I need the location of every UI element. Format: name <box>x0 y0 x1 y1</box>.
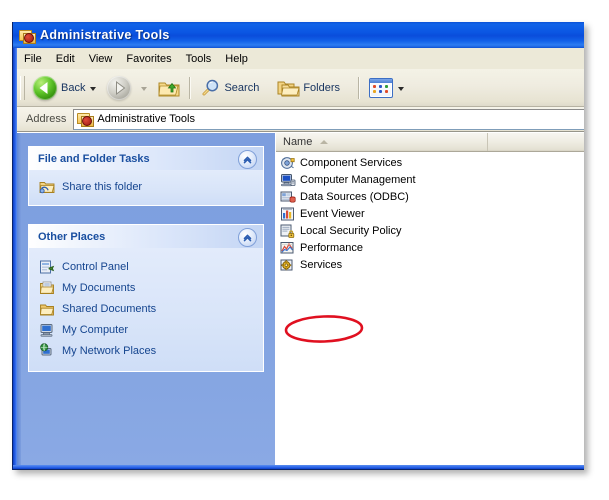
sidebar-item-label: My Computer <box>62 323 129 336</box>
data-sources-icon <box>280 189 296 205</box>
menu-tools[interactable]: Tools <box>179 51 219 67</box>
control-panel-icon <box>39 259 55 275</box>
sidebar-item-my-documents[interactable]: My Documents <box>29 277 263 298</box>
column-header-filler <box>488 133 584 151</box>
forward-button[interactable] <box>103 73 154 103</box>
file-list: Component Services Computer Management D… <box>276 152 584 273</box>
screenshot-root: Administrative Tools File Edit View Favo… <box>0 0 609 500</box>
panel-title: Other Places <box>38 230 106 243</box>
list-item[interactable]: Computer Management <box>276 171 584 188</box>
list-item-label: Computer Management <box>300 173 416 186</box>
client-area: File and Folder Tasks Share this folder … <box>17 132 584 465</box>
sidebar-item-label: Share this folder <box>62 180 143 193</box>
sidebar-item-shared-documents[interactable]: Shared Documents <box>29 298 263 319</box>
forward-dropdown-arrow-icon[interactable] <box>141 86 148 91</box>
toolbar: Back Search Folders <box>17 69 584 107</box>
sidebar-item-label: My Documents <box>62 281 136 294</box>
address-bar: Address Administrative Tools <box>17 107 584 132</box>
list-item[interactable]: Local Security Policy <box>276 222 584 239</box>
sidebar-item-control-panel[interactable]: Control Panel <box>29 256 263 277</box>
folders-label: Folders <box>303 81 341 94</box>
column-header-name[interactable]: Name <box>276 133 488 151</box>
views-button[interactable] <box>365 73 411 103</box>
sidebar-item-label: My Network Places <box>62 344 157 357</box>
list-item-label: Component Services <box>300 156 403 169</box>
menu-edit[interactable]: Edit <box>49 51 82 67</box>
chevron-up-icon[interactable] <box>238 150 257 169</box>
panel-body: Control Panel My Documents Shared Docume… <box>29 248 263 371</box>
panel-file-and-folder-tasks: File and Folder Tasks Share this folder <box>28 146 264 206</box>
title-bar[interactable]: Administrative Tools <box>13 22 584 48</box>
folders-button[interactable]: Folders <box>273 73 348 103</box>
sort-ascending-icon <box>320 140 329 144</box>
up-button[interactable] <box>154 73 184 103</box>
address-label: Address <box>26 113 67 125</box>
network-places-icon <box>39 342 55 359</box>
sidebar-item-my-network-places[interactable]: My Network Places <box>29 340 263 361</box>
computer-management-icon <box>280 172 296 188</box>
list-item[interactable]: Data Sources (ODBC) <box>276 188 584 205</box>
back-arrow-icon <box>33 75 57 100</box>
menu-favorites[interactable]: Favorites <box>119 51 178 67</box>
sidebar-item-share-this-folder[interactable]: Share this folder <box>29 177 263 196</box>
sidebar-item-label: Control Panel <box>62 260 129 273</box>
back-dropdown-arrow-icon[interactable] <box>90 86 97 91</box>
column-header-row: Name <box>276 133 584 152</box>
list-item[interactable]: Performance <box>276 239 584 256</box>
shared-documents-icon <box>39 301 55 317</box>
sidebar-item-my-computer[interactable]: My Computer <box>29 319 263 340</box>
up-folder-icon <box>158 79 180 97</box>
my-documents-icon <box>39 280 55 296</box>
panel-other-places: Other Places Control Panel My Documents … <box>28 224 264 372</box>
search-button[interactable]: Search <box>196 73 267 103</box>
list-item[interactable]: Component Services <box>276 154 584 171</box>
panel-title: File and Folder Tasks <box>38 152 150 165</box>
window-frame-bottom <box>13 465 584 469</box>
window-title: Administrative Tools <box>40 28 170 42</box>
admin-tools-icon <box>19 27 36 44</box>
explorer-window: Administrative Tools File Edit View Favo… <box>12 22 584 470</box>
menu-view[interactable]: View <box>82 51 120 67</box>
views-icon <box>369 77 394 98</box>
menu-file[interactable]: File <box>17 51 49 67</box>
sidebar-item-label: Shared Documents <box>62 302 157 315</box>
column-header-label: Name <box>283 136 313 148</box>
event-viewer-icon <box>280 206 296 222</box>
share-folder-icon <box>39 179 55 195</box>
services-icon <box>280 257 296 273</box>
list-item[interactable]: Event Viewer <box>276 205 584 222</box>
panel-header[interactable]: Other Places <box>29 225 263 248</box>
list-item-label: Services <box>300 258 343 271</box>
toolbar-separator-1 <box>189 76 192 99</box>
list-item-services[interactable]: Services <box>276 256 584 273</box>
magnifier-icon <box>200 78 220 98</box>
back-button[interactable]: Back <box>29 73 103 103</box>
file-list-view[interactable]: Name Component Services Computer Managem… <box>275 133 584 465</box>
folders-icon <box>277 79 300 97</box>
search-label: Search <box>224 81 260 94</box>
local-security-policy-icon <box>280 223 296 239</box>
panel-header[interactable]: File and Folder Tasks <box>29 147 263 170</box>
address-value: Administrative Tools <box>97 113 195 125</box>
list-item-label: Data Sources (ODBC) <box>300 190 409 203</box>
my-computer-icon <box>39 322 55 338</box>
panel-body: Share this folder <box>29 170 263 205</box>
menu-help[interactable]: Help <box>218 51 255 67</box>
component-services-icon <box>280 155 296 171</box>
list-item-label: Event Viewer <box>300 207 365 220</box>
menu-bar: File Edit View Favorites Tools Help <box>17 48 584 70</box>
admin-tools-icon <box>77 111 95 127</box>
address-input[interactable]: Administrative Tools <box>73 108 584 130</box>
views-dropdown-arrow-icon[interactable] <box>398 86 405 91</box>
forward-arrow-icon <box>107 75 132 100</box>
list-item-label: Performance <box>300 241 363 254</box>
chevron-up-icon[interactable] <box>238 228 257 247</box>
back-label: Back <box>61 81 86 94</box>
toolbar-grip[interactable] <box>20 75 25 100</box>
toolbar-separator-2 <box>358 76 361 99</box>
list-item-label: Local Security Policy <box>300 224 402 237</box>
task-pane: File and Folder Tasks Share this folder … <box>17 133 275 465</box>
performance-icon <box>280 240 296 256</box>
